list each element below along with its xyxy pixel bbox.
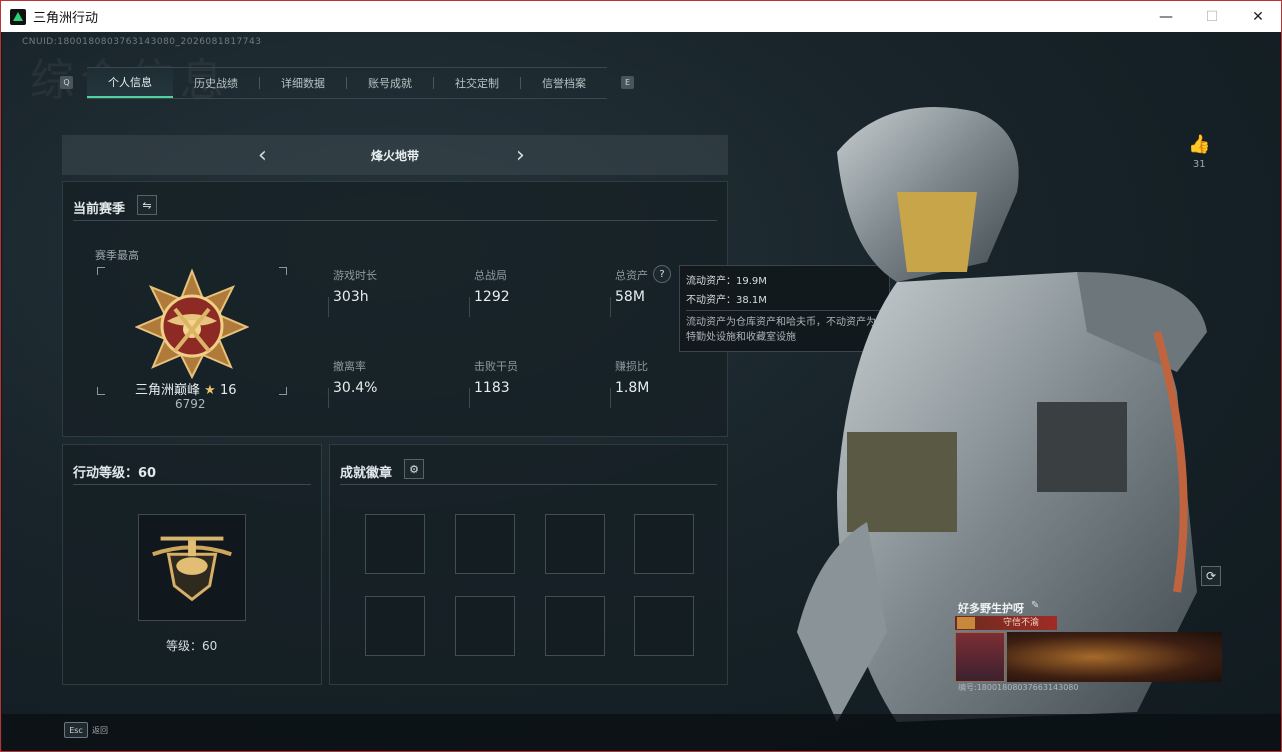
badge-slot[interactable] xyxy=(634,596,694,656)
tab-history[interactable]: 历史战绩 xyxy=(173,68,259,98)
rank-name: 三角洲巅峰 ★ 16 xyxy=(135,383,237,398)
star-icon: ★ xyxy=(204,383,216,398)
back-label: 返回 xyxy=(92,725,108,735)
helicopter-emblem-icon xyxy=(152,536,232,602)
badges-title: 成就徽章 xyxy=(340,466,393,481)
badge-slot[interactable] xyxy=(365,596,425,656)
card-banner xyxy=(1007,632,1222,682)
tab-social[interactable]: 社交定制 xyxy=(434,68,520,98)
rank-score: 6792 xyxy=(175,397,206,411)
minimize-button[interactable]: — xyxy=(1143,1,1189,32)
badge-slot[interactable] xyxy=(455,514,515,574)
badge-slot[interactable] xyxy=(545,596,605,656)
help-icon[interactable]: ? xyxy=(653,265,671,283)
player-id: 编号:18001808037663143080 xyxy=(958,683,1079,692)
user-id: CNUID:1800180803763143080_2026081817743 xyxy=(22,37,262,47)
stat-play-time: 游戏时长 303h xyxy=(333,269,377,305)
tab-achievements[interactable]: 账号成就 xyxy=(347,68,433,98)
level-text: 等级：60 xyxy=(166,639,218,653)
window-title: 三角洲行动 xyxy=(33,11,99,26)
stat-total-assets: 总资产 58M xyxy=(615,269,648,305)
badge-slot[interactable] xyxy=(634,514,694,574)
next-mode-chevron-icon[interactable]: › xyxy=(516,143,525,168)
bottom-bar xyxy=(2,714,1281,751)
like-count: 31 xyxy=(1192,159,1206,170)
divider xyxy=(73,484,311,485)
edit-pencil-icon[interactable]: ✎ xyxy=(1031,600,1039,611)
game-viewport: 综合信息 CNUID:1800180803763143080_202608181… xyxy=(2,32,1281,751)
next-tab-key-hint: E xyxy=(621,76,634,89)
title-bar: 三角洲行动 — ☐ ✕ xyxy=(1,1,1281,32)
close-button[interactable]: ✕ xyxy=(1235,1,1281,32)
mode-selector: ‹ 烽火地带 › xyxy=(62,135,728,175)
avatar xyxy=(955,632,1005,682)
player-name: 好多野生护呀 xyxy=(958,602,1024,615)
back-button[interactable]: Esc 返回 xyxy=(64,722,108,738)
season-best-label: 赛季最高 xyxy=(95,249,139,262)
profile-tabs: 个人信息 历史战绩 详细数据 账号成就 社交定制 信誉档案 xyxy=(87,67,607,99)
badge-settings-gear-icon[interactable]: ⚙ xyxy=(404,459,424,479)
maximize-button[interactable]: ☐ xyxy=(1189,1,1235,32)
switch-season-icon[interactable]: ⇋ xyxy=(137,195,157,215)
badge-slot[interactable] xyxy=(455,596,515,656)
stat-total-matches: 总战局 1292 xyxy=(474,269,510,305)
thumbs-up-icon: 👍 xyxy=(1188,134,1211,155)
stat-profit-loss: 赚损比 1.8M xyxy=(615,360,650,396)
player-card[interactable]: 好多野生护呀 ✎ 守信不渝 编号:18001808037663143080 xyxy=(955,598,1222,692)
action-level-title: 行动等级：60 xyxy=(73,466,157,481)
title-icon xyxy=(957,617,975,629)
esc-key-hint: Esc xyxy=(64,722,88,738)
like-button[interactable]: 👍 31 xyxy=(1188,134,1210,170)
mode-label: 烽火地带 xyxy=(370,148,419,163)
stat-extraction-rate: 撤离率 30.4% xyxy=(333,360,378,396)
badge-slot[interactable] xyxy=(545,514,605,574)
prev-mode-chevron-icon[interactable]: ‹ xyxy=(258,143,267,168)
rank-medal-icon xyxy=(135,269,249,379)
stat-operators-killed: 击败干员 1183 xyxy=(474,360,518,396)
tab-detail-data[interactable]: 详细数据 xyxy=(260,68,346,98)
player-title-tag: 守信不渝 xyxy=(955,616,1057,630)
divider xyxy=(73,220,717,221)
badge-slot[interactable] xyxy=(365,514,425,574)
game-window: 三角洲行动 — ☐ ✕ 综合信息 CNUID:18001808037631430… xyxy=(0,0,1282,752)
level-emblem-box xyxy=(138,514,246,621)
tab-reputation[interactable]: 信誉档案 xyxy=(521,68,607,98)
season-title: 当前赛季 xyxy=(73,202,126,217)
tab-personal-info[interactable]: 个人信息 xyxy=(87,68,173,98)
app-icon xyxy=(10,8,26,25)
divider xyxy=(340,484,717,485)
prev-tab-key-hint: Q xyxy=(60,76,73,89)
refresh-icon[interactable]: ⟳ xyxy=(1201,566,1221,586)
